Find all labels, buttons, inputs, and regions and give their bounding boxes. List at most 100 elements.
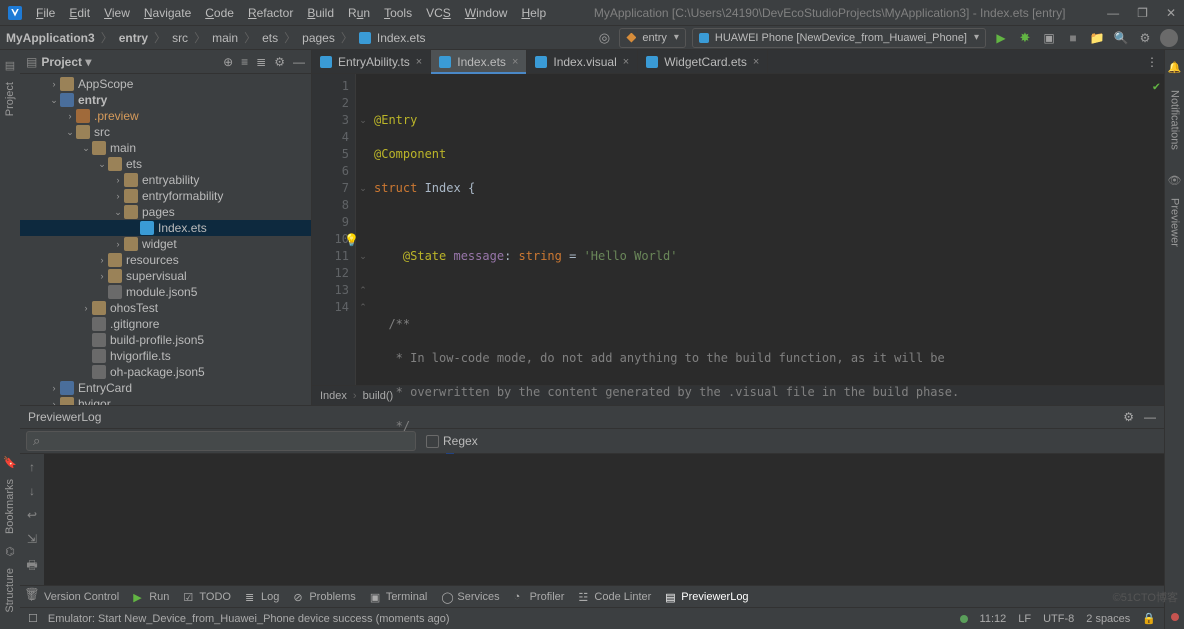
run-button[interactable]: ▶ <box>992 29 1010 47</box>
close-icon[interactable]: × <box>512 56 518 68</box>
panel-settings-icon[interactable]: ⚙ <box>274 55 285 69</box>
tree-supervisual[interactable]: ›supervisual <box>20 268 311 284</box>
menu-vcs[interactable]: VCS <box>420 4 457 22</box>
menu-window[interactable]: Window <box>459 4 514 22</box>
run-config-combo[interactable]: entry <box>619 28 685 48</box>
account-avatar-icon[interactable] <box>1160 29 1178 47</box>
tree-build-profile[interactable]: build-profile.json5 <box>20 332 311 348</box>
project-view-combo[interactable]: Project <box>41 55 91 69</box>
device-combo[interactable]: HUAWEI Phone [NewDevice_from_Huawei_Phon… <box>692 28 986 48</box>
tree-pages[interactable]: ⌄pages <box>20 204 311 220</box>
debug-button[interactable]: ✸ <box>1016 29 1034 47</box>
crumb-file[interactable]: Index.ets <box>377 31 426 45</box>
notifications-tool-label[interactable]: Notifications <box>1169 86 1181 154</box>
tab-index-visual[interactable]: Index.visual× <box>527 50 638 73</box>
scroll-up-icon[interactable]: ↑ <box>29 460 35 474</box>
intention-bulb-icon[interactable]: 💡 <box>344 233 359 247</box>
tree-hvigorfile[interactable]: hvigorfile.ts <box>20 348 311 364</box>
readonly-lock-icon[interactable]: 🔒 <box>1142 612 1156 625</box>
tab-entryability[interactable]: EntryAbility.ts× <box>312 50 431 73</box>
editor-crumb-struct[interactable]: Index <box>320 390 347 402</box>
print-icon[interactable]: 🖶 <box>26 556 37 577</box>
crumb-ets[interactable]: ets <box>262 31 278 45</box>
maximize-button[interactable]: ❐ <box>1137 6 1148 20</box>
tree-entryformability[interactable]: ›entryformability <box>20 188 311 204</box>
scroll-end-icon[interactable]: ⇲ <box>27 532 37 546</box>
tree-module-json5[interactable]: module.json5 <box>20 284 311 300</box>
bookmarks-tool-icon[interactable]: 🔖 <box>3 455 17 469</box>
tree-appscope[interactable]: ›AppScope <box>20 76 311 92</box>
minimize-button[interactable]: — <box>1107 6 1119 20</box>
notifications-icon[interactable]: 🔔 <box>1168 60 1182 74</box>
menu-run[interactable]: Run <box>342 4 376 22</box>
structure-tool-icon[interactable]: ⌬ <box>3 544 17 558</box>
stop-button[interactable]: ■ <box>1064 29 1082 47</box>
collapse-all-icon[interactable]: ≣ <box>256 55 266 69</box>
tree-ets[interactable]: ⌄ets <box>20 156 311 172</box>
menu-code[interactable]: Code <box>199 4 240 22</box>
hide-panel-icon[interactable]: — <box>293 55 305 69</box>
crumb-src[interactable]: src <box>172 31 188 45</box>
view-mode-icon[interactable]: ◎ <box>595 29 613 47</box>
settings-icon[interactable]: ⚙ <box>1136 29 1154 47</box>
previewer-tool-label[interactable]: Previewer <box>1169 194 1181 251</box>
tree-ohostest[interactable]: ›ohosTest <box>20 300 311 316</box>
tree-hvigor[interactable]: ›hvigor <box>20 396 311 405</box>
tree-gitignore[interactable]: .gitignore <box>20 316 311 332</box>
menu-navigate[interactable]: Navigate <box>138 4 197 22</box>
scroll-down-icon[interactable]: ↓ <box>29 484 35 498</box>
code-editor[interactable]: 1234567891011121314 ⌄⌄💡⌄⌃⌃ ✔ @Entry @Com… <box>312 74 1164 385</box>
tab-log[interactable]: ≣Log <box>245 591 279 603</box>
close-icon[interactable]: × <box>623 56 629 68</box>
menu-tools[interactable]: Tools <box>378 4 418 22</box>
coverage-button[interactable]: ▣ <box>1040 29 1058 47</box>
line-separator[interactable]: LF <box>1018 613 1031 625</box>
close-button[interactable]: ✕ <box>1166 6 1176 20</box>
search-everywhere-icon[interactable]: 🔍 <box>1112 29 1130 47</box>
tabs-more-icon[interactable]: ⋮ <box>1140 50 1164 73</box>
tree-resources[interactable]: ›resources <box>20 252 311 268</box>
tab-problems[interactable]: ⊘Problems <box>293 591 355 603</box>
crumb-main[interactable]: main <box>212 31 238 45</box>
indent-setting[interactable]: 2 spaces <box>1086 613 1130 625</box>
close-icon[interactable]: × <box>753 56 759 68</box>
tree-main[interactable]: ⌄main <box>20 140 311 156</box>
tree-oh-package[interactable]: oh-package.json5 <box>20 364 311 380</box>
tree-src[interactable]: ⌄src <box>20 124 311 140</box>
project-tool-icon[interactable]: ▤ <box>3 58 17 72</box>
crumb-entry[interactable]: entry <box>119 31 148 45</box>
menu-build[interactable]: Build <box>301 4 340 22</box>
structure-tool-label[interactable]: Structure <box>4 564 16 617</box>
close-icon[interactable]: × <box>416 56 422 68</box>
menu-refactor[interactable]: Refactor <box>242 4 299 22</box>
crumb-pages[interactable]: pages <box>302 31 335 45</box>
bookmarks-tool-label[interactable]: Bookmarks <box>4 475 16 538</box>
tab-run[interactable]: ▶Run <box>133 591 169 603</box>
tree-entry[interactable]: ⌄entry <box>20 92 311 108</box>
status-event-icon[interactable]: ☐ <box>28 612 38 625</box>
crumb-root[interactable]: MyApplication3 <box>6 31 95 45</box>
fold-column[interactable]: ⌄⌄💡⌄⌃⌃ <box>356 74 370 385</box>
clear-icon[interactable]: 🗑 <box>24 587 39 601</box>
tree-entryability[interactable]: ›entryability <box>20 172 311 188</box>
inspection-ok-icon[interactable]: ✔ <box>1153 78 1160 95</box>
project-tree[interactable]: ›AppScope ⌄entry ›.preview ⌄src ⌄main ⌄e… <box>20 74 311 405</box>
expand-all-icon[interactable]: ≡ <box>241 55 248 69</box>
log-search-input[interactable] <box>26 431 416 451</box>
tree-entrycard[interactable]: ›EntryCard <box>20 380 311 396</box>
tab-todo[interactable]: ☑TODO <box>183 591 231 603</box>
tree-index-ets[interactable]: Index.ets <box>20 220 311 236</box>
log-output[interactable]: ↑ ↓ ↩ ⇲ 🖶 🗑 <box>20 454 1164 585</box>
tree-preview[interactable]: ›.preview <box>20 108 311 124</box>
open-folder-icon[interactable]: 📁 <box>1088 29 1106 47</box>
previewer-icon[interactable]: 👁 <box>1168 174 1182 188</box>
menu-file[interactable]: FFileile <box>30 4 61 22</box>
locate-file-icon[interactable]: ⊕ <box>223 55 233 69</box>
tree-widget[interactable]: ›widget <box>20 236 311 252</box>
tab-version-control[interactable]: ᛘVersion Control <box>28 591 119 603</box>
tab-index-ets[interactable]: Index.ets× <box>431 50 527 73</box>
file-encoding[interactable]: UTF-8 <box>1043 613 1074 625</box>
menu-edit[interactable]: Edit <box>63 4 96 22</box>
code-content[interactable]: ✔ @Entry @Component struct Index { @Stat… <box>370 74 1164 385</box>
project-tool-label[interactable]: Project <box>4 78 16 120</box>
